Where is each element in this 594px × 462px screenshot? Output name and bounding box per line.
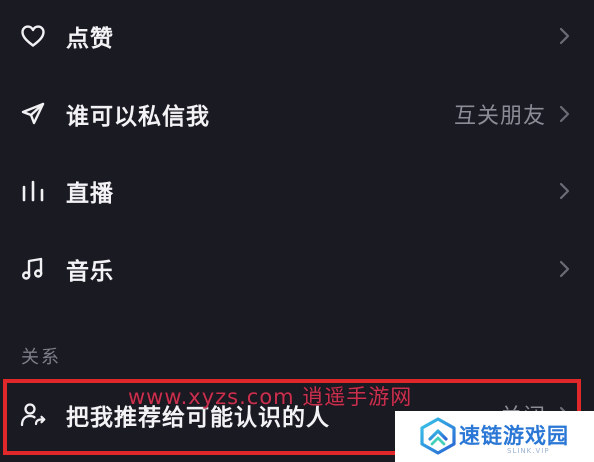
settings-item-label: 音乐 bbox=[66, 259, 114, 285]
section-title-relations: 关系 bbox=[21, 347, 61, 368]
settings-item-value: 互关朋友 bbox=[453, 104, 546, 129]
live-bars-icon bbox=[19, 177, 47, 205]
settings-item-who-can-message[interactable]: 谁可以私信我 互关朋友 bbox=[0, 75, 594, 153]
settings-item-label: 谁可以私信我 bbox=[66, 104, 210, 130]
send-icon bbox=[19, 100, 47, 128]
privacy-settings-screen: 点赞 谁可以私信我 互关朋友 直播 音乐 关系 把我推荐给可能认识的人 www.… bbox=[0, 0, 594, 462]
heart-icon bbox=[19, 22, 47, 50]
site-logo-badge: 速链游戏园 SLINK.VIP bbox=[395, 411, 594, 462]
settings-item-live[interactable]: 直播 bbox=[0, 152, 594, 230]
site-logo-subtext: SLINK.VIP bbox=[507, 447, 550, 455]
chevron-right-icon bbox=[559, 182, 570, 200]
chevron-right-icon bbox=[559, 105, 570, 123]
chevron-right-icon bbox=[559, 260, 570, 278]
settings-item-label: 点赞 bbox=[66, 26, 114, 52]
site-logo-icon bbox=[420, 417, 456, 455]
settings-item-music[interactable]: 音乐 bbox=[0, 230, 594, 308]
site-logo-name: 速链游戏园 bbox=[459, 424, 569, 448]
watermark-text: www.xyzs.com 逍遥手游网 bbox=[128, 385, 413, 409]
settings-item-label: 直播 bbox=[66, 181, 114, 207]
settings-item-likes[interactable]: 点赞 bbox=[0, 0, 594, 75]
music-note-icon bbox=[19, 255, 47, 283]
chevron-right-icon bbox=[559, 27, 570, 45]
